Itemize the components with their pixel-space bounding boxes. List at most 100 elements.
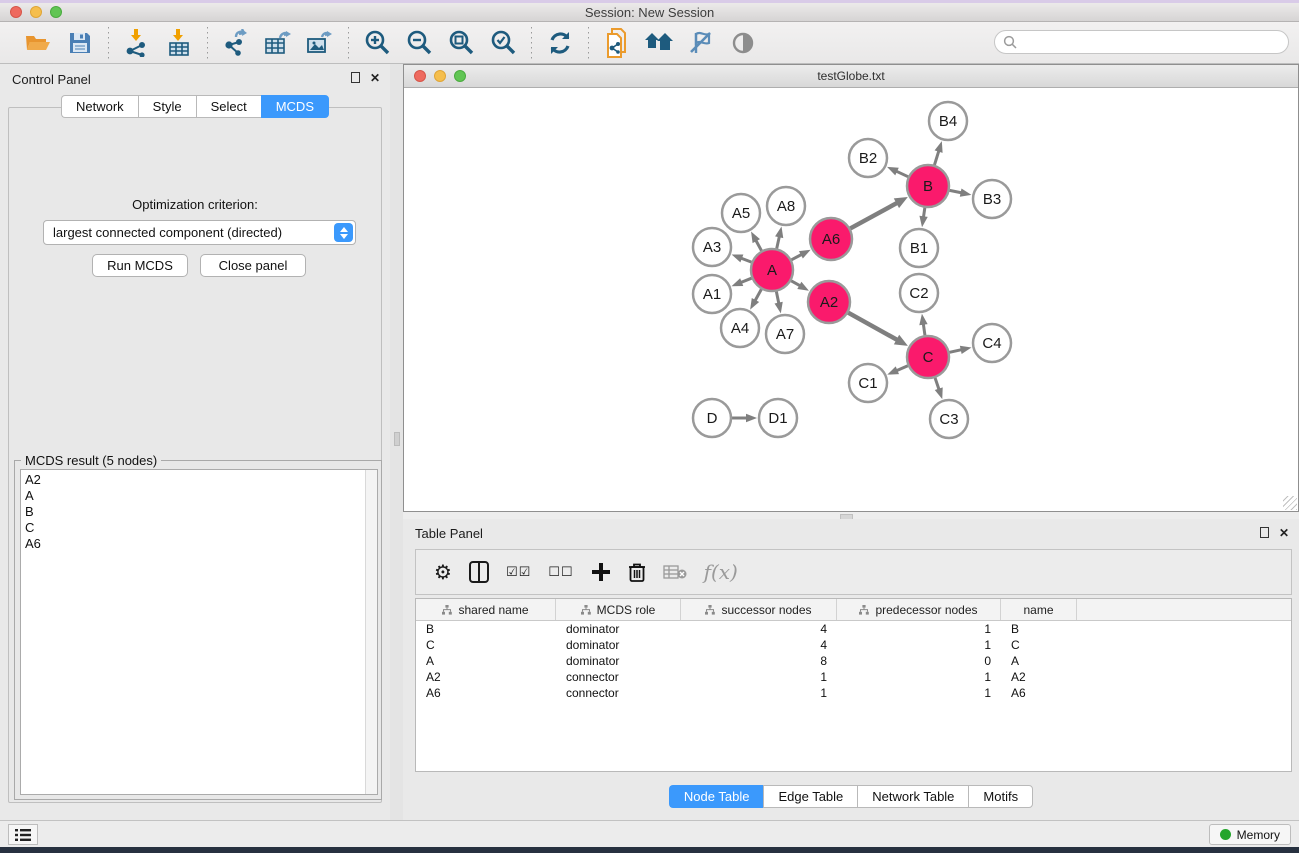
zoom-selected-icon[interactable]	[487, 27, 519, 59]
function-builder-icon[interactable]: f(x)	[704, 560, 738, 584]
graph-edge-C-C3[interactable]	[935, 378, 939, 391]
table-cell[interactable]: dominator	[556, 638, 681, 652]
search-field[interactable]	[994, 30, 1289, 54]
hide-flags-icon[interactable]	[685, 27, 717, 59]
table-panel-close-icon[interactable]: ✕	[1279, 527, 1289, 539]
settings-gear-icon[interactable]: ⚙	[434, 560, 452, 584]
close-panel-button[interactable]: Close panel	[200, 254, 306, 277]
tab-style[interactable]: Style	[138, 95, 196, 118]
table-cell[interactable]: A	[416, 654, 556, 668]
mcds-result-item[interactable]: A	[25, 488, 377, 504]
divider-grip[interactable]	[394, 432, 400, 446]
graph-edge-A-A8[interactable]	[777, 235, 780, 248]
open-session-icon[interactable]	[22, 27, 54, 59]
column-header-successor-nodes[interactable]: successor nodes	[681, 599, 837, 620]
table-cell[interactable]: 1	[837, 670, 1001, 684]
refresh-icon[interactable]	[544, 27, 576, 59]
graph-edge-A2-C[interactable]	[848, 313, 898, 341]
graph-edge-A-A4[interactable]	[754, 289, 761, 301]
tab-select[interactable]: Select	[196, 95, 261, 118]
export-network-icon[interactable]	[220, 27, 252, 59]
tab-edge-table[interactable]: Edge Table	[763, 785, 857, 808]
graph-edge-B-B4[interactable]	[934, 150, 939, 165]
table-cell[interactable]: C	[416, 638, 556, 652]
table-cell[interactable]: A2	[416, 670, 556, 684]
graph-edge-B-B2[interactable]	[895, 171, 908, 177]
table-row[interactable]: A2connector11A2	[416, 669, 1291, 685]
table-cell[interactable]: 1	[837, 638, 1001, 652]
column-header-predecessor-nodes[interactable]: predecessor nodes	[837, 599, 1001, 620]
column-header-shared-name[interactable]: shared name	[416, 599, 556, 620]
table-cell[interactable]: dominator	[556, 622, 681, 636]
graph-edge-C-C4[interactable]	[949, 349, 962, 352]
table-cell[interactable]: A2	[1001, 670, 1077, 684]
first-neighbors-icon[interactable]	[601, 27, 633, 59]
network-graph-canvas[interactable]: B4B2BB3A5A8A6A3B1AC2A1A2A4A7C4CC1C3DD1	[405, 89, 1298, 511]
mcds-result-item[interactable]: A6	[25, 536, 377, 552]
table-panel-float-icon[interactable]	[1260, 527, 1269, 540]
tab-node-table[interactable]: Node Table	[669, 785, 764, 808]
control-panel-close-icon[interactable]: ✕	[370, 72, 380, 84]
mcds-result-list[interactable]: A2ABCA6	[20, 469, 378, 795]
table-row[interactable]: Cdominator41C	[416, 637, 1291, 653]
column-header-name[interactable]: name	[1001, 599, 1077, 620]
export-image-icon[interactable]	[304, 27, 336, 59]
table-cell[interactable]: 1	[681, 686, 837, 700]
delete-table-icon[interactable]	[663, 564, 687, 580]
tab-mcds[interactable]: MCDS	[261, 95, 329, 118]
graph-edge-A6-B[interactable]	[850, 202, 898, 228]
graph-edge-C-C1[interactable]	[896, 366, 908, 371]
table-cell[interactable]: A	[1001, 654, 1077, 668]
task-history-button[interactable]	[8, 824, 38, 845]
mcds-result-item[interactable]: C	[25, 520, 377, 536]
tab-network[interactable]: Network	[61, 95, 138, 118]
zoom-out-icon[interactable]	[403, 27, 435, 59]
home-icon[interactable]	[643, 27, 675, 59]
column-header-MCDS-role[interactable]: MCDS role	[556, 599, 681, 620]
zoom-fit-icon[interactable]	[445, 27, 477, 59]
table-cell[interactable]: A6	[1001, 686, 1077, 700]
table-cell[interactable]: A6	[416, 686, 556, 700]
network-window-title: testGlobe.txt	[404, 69, 1298, 83]
table-cell[interactable]: 1	[837, 622, 1001, 636]
save-session-icon[interactable]	[64, 27, 96, 59]
import-network-icon[interactable]	[121, 27, 153, 59]
tab-motifs[interactable]: Motifs	[968, 785, 1033, 808]
table-row[interactable]: Bdominator41B	[416, 621, 1291, 637]
table-cell[interactable]: dominator	[556, 654, 681, 668]
node-table[interactable]: shared nameMCDS rolesuccessor nodesprede…	[415, 598, 1292, 772]
control-panel-float-icon[interactable]	[351, 72, 360, 85]
export-table-icon[interactable]	[262, 27, 294, 59]
show-graphics-icon[interactable]	[727, 27, 759, 59]
table-cell[interactable]: connector	[556, 670, 681, 684]
scrollbar[interactable]	[365, 470, 377, 794]
table-cell[interactable]: B	[416, 622, 556, 636]
table-cell[interactable]: B	[1001, 622, 1077, 636]
column-layout-icon[interactable]	[469, 561, 489, 583]
import-table-icon[interactable]	[163, 27, 195, 59]
mcds-result-item[interactable]: A2	[25, 472, 377, 488]
zoom-in-icon[interactable]	[361, 27, 393, 59]
table-cell[interactable]: C	[1001, 638, 1077, 652]
table-cell[interactable]: connector	[556, 686, 681, 700]
table-cell[interactable]: 4	[681, 622, 837, 636]
table-cell[interactable]: 0	[837, 654, 1001, 668]
network-window-titlebar[interactable]: testGlobe.txt	[404, 65, 1298, 88]
tab-network-table[interactable]: Network Table	[857, 785, 968, 808]
run-mcds-button[interactable]: Run MCDS	[92, 254, 188, 277]
delete-icon[interactable]	[628, 562, 646, 583]
select-all-icon[interactable]: ☑☑	[506, 565, 531, 580]
search-input[interactable]	[1022, 35, 1280, 49]
deselect-all-icon[interactable]: ☐☐	[548, 565, 573, 580]
resize-grip-icon[interactable]	[1283, 496, 1297, 510]
table-cell[interactable]: 4	[681, 638, 837, 652]
criterion-dropdown[interactable]: largest connected component (directed)	[43, 220, 356, 245]
table-row[interactable]: A6connector11A6	[416, 685, 1291, 701]
memory-button[interactable]: Memory	[1209, 824, 1291, 845]
mcds-result-item[interactable]: B	[25, 504, 377, 520]
table-row[interactable]: Adominator80A	[416, 653, 1291, 669]
table-cell[interactable]: 1	[681, 670, 837, 684]
add-icon[interactable]	[591, 562, 611, 582]
table-cell[interactable]: 8	[681, 654, 837, 668]
table-cell[interactable]: 1	[837, 686, 1001, 700]
